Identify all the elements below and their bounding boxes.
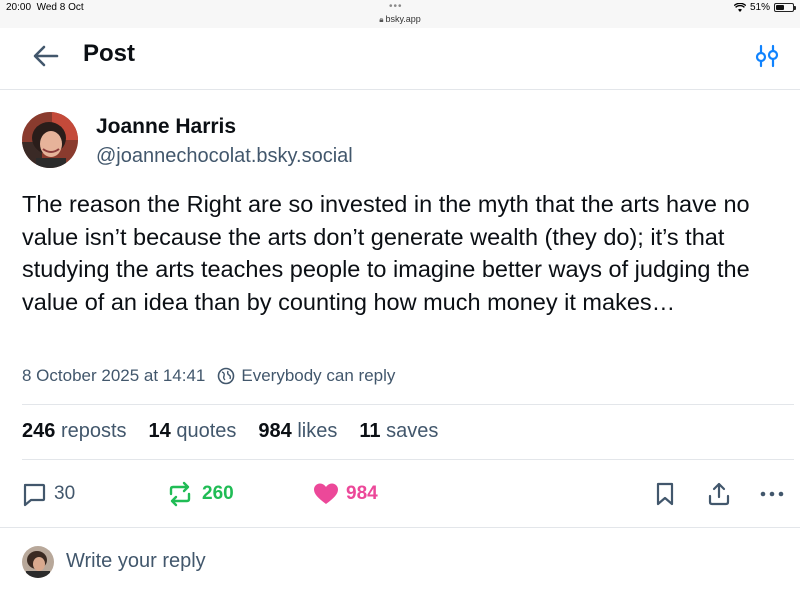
divider — [22, 404, 794, 405]
status-time: 20:00 Wed 8 Oct — [6, 2, 84, 13]
divider — [0, 527, 800, 528]
reply-count: 30 — [54, 483, 76, 504]
share-icon — [708, 482, 730, 506]
tab-dots-icon[interactable]: ••• — [389, 1, 403, 12]
post-text: The reason the Right are so invested in … — [22, 191, 750, 315]
bookmark-icon — [656, 482, 674, 506]
sliders-icon — [755, 44, 779, 68]
reply-bubble-icon — [23, 483, 46, 507]
status-right: 51% — [733, 2, 796, 13]
globe-icon — [218, 367, 235, 385]
quotes-stat[interactable]: 14 quotes — [149, 420, 237, 443]
status-time-text: 20:00 — [6, 2, 32, 13]
bookmark-button[interactable] — [652, 476, 678, 512]
reply-button[interactable]: 30 — [20, 476, 75, 512]
page-header: Post — [0, 28, 800, 90]
wifi-icon — [733, 2, 746, 12]
post-meta: 8 October 2025 at 14:41 Everybody can re… — [22, 366, 395, 386]
battery-icon — [774, 3, 796, 12]
like-button[interactable]: 984 — [312, 476, 378, 512]
user-avatar — [22, 546, 54, 578]
repost-icon — [169, 481, 191, 507]
more-icon — [760, 491, 784, 497]
author-handle[interactable]: @joannechocolat.bsky.social — [96, 145, 353, 168]
post-timestamp[interactable]: 8 October 2025 at 14:41 — [22, 366, 205, 386]
page-title: Post — [83, 40, 136, 67]
battery-percent: 51% — [749, 2, 770, 13]
heart-icon — [314, 483, 338, 504]
like-count: 984 — [346, 483, 378, 504]
post-stats: 246 reposts 14 quotes 984 likes 11 saves — [22, 420, 460, 443]
address-text: bsky.app — [385, 14, 421, 24]
author-avatar[interactable] — [22, 112, 78, 168]
status-bar: 20:00 Wed 8 Oct ••• 🔒︎ bsky.app 51% — [0, 0, 800, 28]
repost-button[interactable]: 260 — [166, 476, 234, 512]
post-actions: 30 260 984 — [0, 476, 800, 512]
reply-input[interactable]: Write your reply — [66, 550, 206, 573]
repost-count: 260 — [202, 483, 234, 504]
back-arrow-icon — [33, 45, 59, 67]
address-bar[interactable]: 🔒︎ bsky.app — [0, 14, 800, 25]
likes-stat[interactable]: 984 likes — [258, 420, 337, 443]
lock-icon: 🔒︎ — [379, 15, 384, 24]
thread-settings-button[interactable] — [752, 42, 782, 70]
status-date-text: Wed 8 Oct — [36, 2, 84, 13]
back-button[interactable] — [30, 42, 62, 70]
divider — [22, 459, 794, 460]
author-name[interactable]: Joanne Harris — [96, 115, 236, 139]
more-options-button[interactable] — [758, 476, 786, 512]
reposts-stat[interactable]: 246 reposts — [22, 420, 127, 443]
saves-stat: 11 saves — [359, 420, 439, 442]
reply-setting[interactable]: Everybody can reply — [241, 366, 395, 386]
share-button[interactable] — [706, 476, 732, 512]
